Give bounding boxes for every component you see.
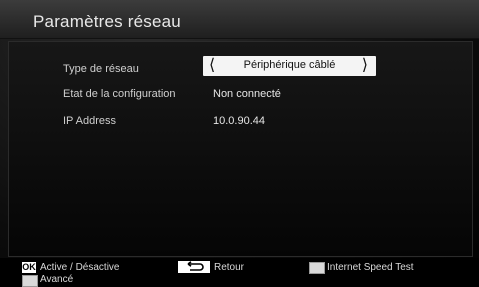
speed-test-label[interactable]: Internet Speed Test	[327, 262, 414, 273]
network-type-selector[interactable]: ⟨ Périphérique câblé ⟩	[203, 56, 376, 76]
ip-address-value: 10.0.90.44	[213, 115, 265, 127]
speed-test-key-icon	[309, 262, 325, 274]
page-title: Paramètres réseau	[33, 12, 181, 31]
chevron-right-icon[interactable]: ⟩	[362, 56, 368, 76]
config-state-value: Non connecté	[213, 88, 281, 100]
network-settings-screen: Paramètres réseau Type de réseau Etat de…	[0, 0, 479, 287]
ip-address-label: IP Address	[63, 115, 116, 127]
back-action-label[interactable]: Retour	[214, 262, 244, 273]
network-type-value: Périphérique câblé	[243, 59, 336, 71]
network-type-label: Type de réseau	[63, 63, 139, 75]
title-bar: Paramètres réseau	[0, 0, 479, 39]
advanced-label[interactable]: Avancé	[40, 274, 73, 285]
ok-button-icon: OK	[22, 262, 36, 273]
return-arrow-icon	[178, 261, 210, 273]
row-config-state: Etat de la configuration Non connecté	[9, 85, 472, 105]
config-state-label: Etat de la configuration	[63, 88, 176, 100]
row-ip-address: IP Address 10.0.90.44	[9, 112, 472, 132]
advanced-key-icon	[22, 275, 38, 287]
ok-action-label[interactable]: Active / Désactive	[40, 262, 119, 273]
